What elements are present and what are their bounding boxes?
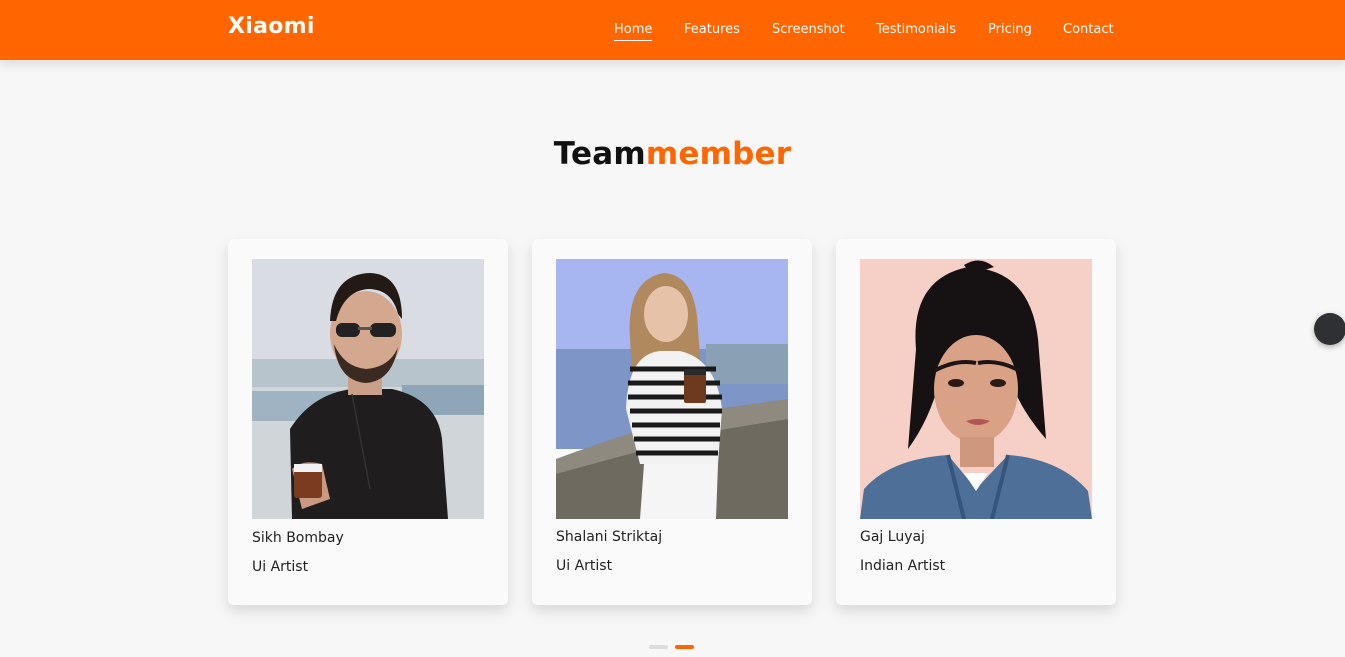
team-card: Gaj Luyaj Indian Artist [836,239,1116,605]
nav-link-contact[interactable]: Contact [1063,22,1114,40]
nav-link-home[interactable]: Home [614,22,653,41]
top-navbar: Xiaomi Home Features Screenshot Testimon… [0,0,1345,60]
team-member-name: Sikh Bombay [252,530,344,546]
team-member-name: Gaj Luyaj [860,529,925,545]
team-member-name: Shalani Striktaj [556,529,663,545]
main-nav: Home Features Screenshot Testimonials Pr… [0,22,1345,52]
team-member-role: Indian Artist [860,558,946,574]
team-member-photo [860,259,1092,519]
nav-link-features[interactable]: Features [684,22,740,40]
carousel-dot-1[interactable] [649,645,668,649]
nav-link-testimonials[interactable]: Testimonials [876,22,956,40]
nav-link-pricing[interactable]: Pricing [988,22,1032,40]
team-member-photo [252,259,484,519]
photo-man-sunglasses [252,259,484,519]
photo-woman-denim-jacket [860,259,1092,519]
section-title-main: Team [553,136,646,172]
team-member-role: Ui Artist [556,558,613,574]
team-card: Shalani Striktaj Ui Artist [532,239,812,605]
team-member-photo [556,259,788,519]
section-title: Teammember [0,136,1345,172]
floating-scroll-button[interactable] [1314,313,1345,345]
team-member-role: Ui Artist [252,559,309,575]
section-title-accent: member [645,136,792,172]
carousel-dot-2-active[interactable] [675,645,694,649]
team-card: Sikh Bombay Ui Artist [228,239,508,605]
photo-woman-striped-sweater [556,259,788,519]
nav-link-screenshot[interactable]: Screenshot [772,22,845,40]
